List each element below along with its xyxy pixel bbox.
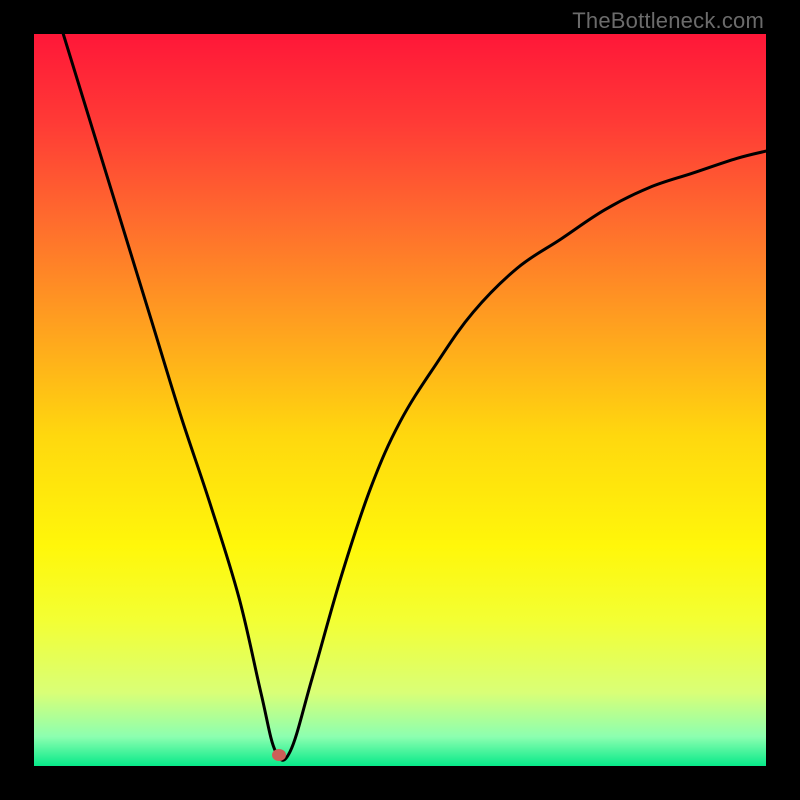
- bottleneck-curve: [34, 34, 766, 766]
- plot-area: [34, 34, 766, 766]
- chart-canvas: TheBottleneck.com: [0, 0, 800, 800]
- watermark-text: TheBottleneck.com: [572, 8, 764, 34]
- minimum-marker: [272, 749, 286, 761]
